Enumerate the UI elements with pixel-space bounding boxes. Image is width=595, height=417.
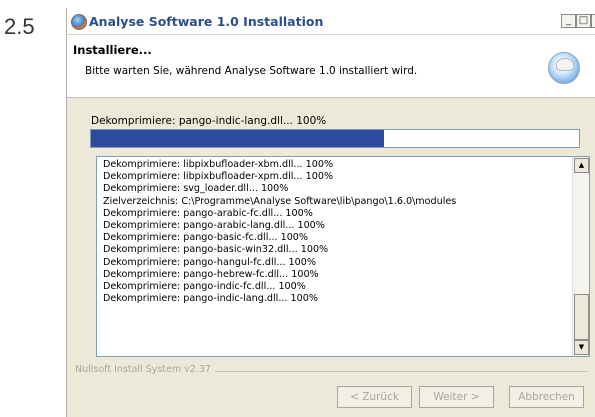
log-line: Dekomprimiere: pango-indic-fc.dll... 100… — [103, 280, 306, 292]
log-line: Dekomprimiere: pango-hebrew-fc.dll... 10… — [103, 268, 319, 280]
log-line: Dekomprimiere: libpixbufloader-xpm.dll..… — [103, 171, 334, 183]
details-log[interactable]: Dekomprimiere: libpixbufloader-xbm.dll..… — [96, 156, 590, 357]
log-line: Zielverzeichnis: C:\Programme\Analyse So… — [103, 195, 457, 207]
progress-fill — [91, 130, 384, 147]
branding-bar: Nullsoft Install System v2.37 — [75, 364, 588, 378]
log-line: Dekomprimiere: pango-hangul-fc.dll... 10… — [103, 256, 316, 268]
status-text: Dekomprimiere: pango-indic-lang.dll... 1… — [91, 115, 327, 127]
log-line: Dekomprimiere: pango-arabic-fc.dll... 10… — [103, 207, 313, 219]
close-button[interactable]: × — [591, 14, 595, 28]
log-line: Dekomprimiere: pango-basic-fc.dll... 100… — [103, 232, 309, 244]
log-list: Dekomprimiere: libpixbufloader-xbm.dll..… — [103, 159, 456, 305]
scroll-down-button[interactable]: ▼ — [574, 340, 589, 355]
log-line: Dekomprimiere: pango-arabic-lang.dll... … — [103, 219, 325, 231]
next-button[interactable]: Weiter > — [419, 386, 494, 408]
branding-text: Nullsoft Install System v2.37 — [75, 364, 215, 375]
log-line: Dekomprimiere: pango-basic-win32.dll... … — [103, 244, 329, 256]
log-line: Dekomprimiere: pango-indic-lang.dll... 1… — [103, 293, 318, 305]
log-line: Dekomprimiere: libpixbufloader-xbm.dll..… — [103, 159, 334, 170]
app-icon — [71, 14, 87, 30]
back-button[interactable]: < Zurück — [337, 386, 412, 408]
installer-logo-icon — [548, 52, 580, 84]
minimize-button[interactable]: _ — [561, 14, 576, 28]
log-scrollbar[interactable]: ▲ ▼ — [572, 157, 589, 356]
log-line: Dekomprimiere: svg_loader.dll... 100% — [103, 183, 289, 195]
header-title: Installiere... — [73, 43, 152, 57]
window-title: Analyse Software 1.0 Installation — [89, 14, 324, 29]
scroll-up-button[interactable]: ▲ — [574, 158, 589, 173]
step-number: 2.5 — [4, 14, 35, 39]
header-panel: Installiere... Bitte warten Sie, während… — [67, 35, 595, 98]
cancel-button[interactable]: Abbrechen — [509, 386, 584, 408]
title-bar[interactable]: Analyse Software 1.0 Installation _ □ × — [67, 8, 595, 35]
progress-bar — [90, 129, 580, 148]
scroll-thumb[interactable] — [574, 294, 589, 340]
installer-window: Analyse Software 1.0 Installation _ □ × … — [66, 8, 595, 417]
header-subtitle: Bitte warten Sie, während Analyse Softwa… — [85, 65, 418, 77]
maximize-button[interactable]: □ — [576, 14, 591, 28]
